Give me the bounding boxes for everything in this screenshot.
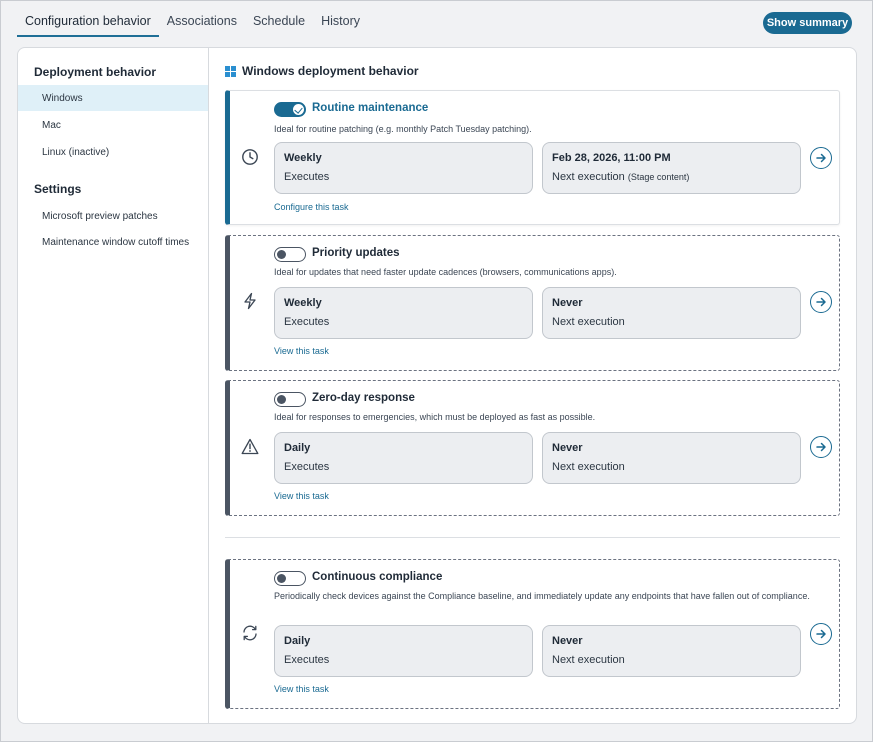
main-panel: Deployment behavior Windows Mac Linux (i… [17, 47, 857, 724]
clock-icon [240, 147, 260, 167]
task-card-routine-maintenance: Routine maintenance Ideal for routine pa… [225, 90, 840, 225]
card-description: Ideal for routine patching (e.g. monthly… [274, 124, 532, 134]
warning-triangle-icon [240, 436, 260, 456]
card-description: Ideal for responses to emergencies, whic… [274, 412, 596, 422]
frequency-value: Daily [284, 635, 311, 647]
next-execution-caption: Next execution [552, 654, 625, 666]
open-task-arrow-button[interactable] [810, 436, 832, 458]
frequency-box: Daily Executes [274, 625, 533, 677]
frequency-value: Weekly [284, 152, 322, 164]
continuous-compliance-toggle[interactable] [274, 571, 306, 586]
sidebar-item-preview-patches[interactable]: Microsoft preview patches [18, 203, 208, 229]
open-task-arrow-button[interactable] [810, 147, 832, 169]
card-title: Routine maintenance [312, 102, 429, 114]
view-task-link[interactable]: View this task [274, 684, 329, 694]
refresh-icon [240, 623, 260, 643]
card-description: Periodically check devices against the C… [274, 591, 810, 601]
next-execution-box: Never Next execution [542, 625, 801, 677]
next-execution-box: Never Next execution [542, 287, 801, 339]
card-title: Continuous compliance [312, 571, 443, 583]
sidebar: Deployment behavior Windows Mac Linux (i… [18, 48, 209, 723]
next-execution-line: Next execution (Stage content) [552, 171, 689, 183]
task-card-zero-day-response: Zero-day response Ideal for responses to… [225, 380, 840, 516]
card-description: Ideal for updates that need faster updat… [274, 267, 617, 277]
next-execution-value: Feb 28, 2026, 11:00 PM [552, 152, 671, 164]
configure-task-link[interactable]: Configure this task [274, 202, 349, 212]
sidebar-item-mac[interactable]: Mac [18, 112, 208, 138]
sidebar-item-maintenance-cutoff[interactable]: Maintenance window cutoff times [18, 229, 208, 255]
sidebar-item-linux[interactable]: Linux (inactive) [18, 139, 208, 165]
task-card-priority-updates: Priority updates Ideal for updates that … [225, 235, 840, 371]
page-title-text: Windows deployment behavior [242, 64, 419, 78]
open-task-arrow-button[interactable] [810, 623, 832, 645]
app-window: Configuration behavior Associations Sche… [0, 0, 873, 742]
sidebar-heading-deployment: Deployment behavior [34, 65, 157, 79]
frequency-caption: Executes [284, 461, 330, 473]
content-area: Windows deployment behavior Routine main… [209, 48, 856, 723]
next-execution-value: Never [552, 297, 583, 309]
open-task-arrow-button[interactable] [810, 291, 832, 313]
next-execution-value: Never [552, 442, 583, 454]
next-execution-caption: Next execution [552, 171, 625, 183]
zero-day-response-toggle[interactable] [274, 392, 306, 407]
view-task-link[interactable]: View this task [274, 346, 329, 356]
frequency-caption: Executes [284, 316, 330, 328]
tab-schedule[interactable]: Schedule [245, 9, 313, 37]
arrow-right-icon [816, 153, 826, 163]
routine-maintenance-toggle[interactable] [274, 102, 306, 117]
windows-logo-icon [225, 65, 236, 77]
frequency-box: Weekly Executes [274, 142, 533, 194]
frequency-caption: Executes [284, 171, 330, 183]
view-task-link[interactable]: View this task [274, 491, 329, 501]
frequency-box: Daily Executes [274, 432, 533, 484]
arrow-right-icon [816, 629, 826, 639]
next-execution-caption: Next execution [552, 461, 625, 473]
frequency-box: Weekly Executes [274, 287, 533, 339]
arrow-right-icon [816, 297, 826, 307]
section-divider [225, 537, 840, 538]
task-card-continuous-compliance: Continuous compliance Periodically check… [225, 559, 840, 709]
top-tabs: Configuration behavior Associations Sche… [17, 9, 368, 37]
frequency-caption: Executes [284, 654, 330, 666]
lightning-icon [240, 291, 260, 311]
priority-updates-toggle[interactable] [274, 247, 306, 262]
tab-associations[interactable]: Associations [159, 9, 245, 37]
next-execution-box: Never Next execution [542, 432, 801, 484]
next-execution-value: Never [552, 635, 583, 647]
arrow-right-icon [816, 442, 826, 452]
show-summary-button[interactable]: Show summary [763, 12, 852, 34]
card-title: Priority updates [312, 247, 400, 259]
sidebar-item-windows[interactable]: Windows [18, 85, 208, 111]
frequency-value: Daily [284, 442, 311, 454]
card-title: Zero-day response [312, 392, 415, 404]
next-execution-note: (Stage content) [627, 172, 690, 182]
tab-configuration-behavior[interactable]: Configuration behavior [17, 9, 159, 37]
next-execution-box: Feb 28, 2026, 11:00 PM Next execution (S… [542, 142, 801, 194]
tab-history[interactable]: History [313, 9, 368, 37]
frequency-value: Weekly [284, 297, 322, 309]
sidebar-heading-settings: Settings [34, 182, 82, 196]
next-execution-caption: Next execution [552, 316, 625, 328]
page-title: Windows deployment behavior [225, 64, 419, 78]
